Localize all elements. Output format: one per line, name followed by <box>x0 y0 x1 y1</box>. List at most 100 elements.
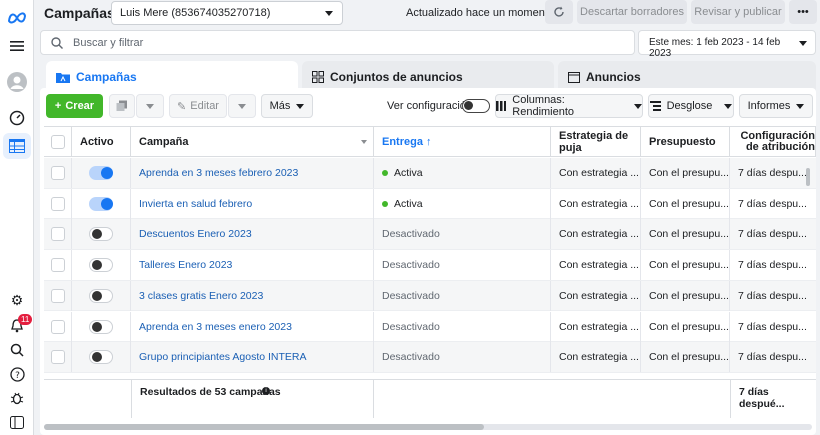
row-bid-cell: Con estrategia ... <box>551 219 641 250</box>
edit-label: Editar <box>190 100 219 112</box>
refresh-button[interactable] <box>545 0 573 24</box>
pencil-icon: ✎ <box>177 100 187 113</box>
delivery-status: Activa <box>394 167 423 179</box>
account-selector[interactable]: Luis Mere (853674035270718) <box>111 1 343 25</box>
columns-button[interactable]: Columnas: Rendimiento <box>495 94 643 118</box>
bug-report-icon[interactable] <box>7 388 27 408</box>
delivery-status: Desactivado <box>382 351 440 364</box>
duplicate-button[interactable] <box>109 94 135 118</box>
discard-drafts-button[interactable]: Descartar borradores <box>577 0 687 24</box>
row-bid-cell: Con estrategia ... <box>551 311 641 342</box>
column-header-campaign[interactable]: Campaña <box>131 127 374 157</box>
campaign-active-toggle[interactable] <box>89 258 113 273</box>
row-active-cell <box>72 219 131 250</box>
more-actions-button[interactable]: Más <box>261 94 313 118</box>
column-header-attribution[interactable]: Configuración de atribución <box>730 127 816 157</box>
column-header-bid-strategy[interactable]: Estrategia de puja <box>551 127 641 157</box>
budget-value: Con el presupu... <box>649 351 729 364</box>
info-icon[interactable]: i <box>262 387 270 395</box>
row-checkbox[interactable] <box>50 319 65 334</box>
panel-toggle-icon[interactable] <box>7 412 27 432</box>
row-checkbox[interactable] <box>50 227 65 242</box>
dashboard-icon[interactable] <box>7 108 27 128</box>
row-campaign-cell: Aprenda en 3 meses enero 2023 <box>131 311 374 342</box>
table-row[interactable]: Aprenda en 3 meses febrero 2023 Activa Con… <box>44 158 816 189</box>
row-attribution-cell: 7 días despu... <box>730 219 816 249</box>
campaign-name-link[interactable]: Aprenda en 3 meses febrero 2023 <box>139 167 298 179</box>
column-header-delivery[interactable]: Entrega ↑ <box>374 127 551 157</box>
row-checkbox[interactable] <box>50 258 65 273</box>
help-icon[interactable]: ? <box>7 364 27 384</box>
edit-button[interactable]: ✎ Editar <box>169 94 227 118</box>
table-row[interactable]: Talleres Enero 2023 Desactivado Con estrat… <box>44 250 816 281</box>
horizontal-scrollbar[interactable] <box>44 424 812 430</box>
campaign-active-toggle[interactable] <box>89 288 113 303</box>
attribution-value: 7 días despu... <box>738 289 807 302</box>
table-row[interactable]: 3 clases gratis Enero 2023 Desactivado Con… <box>44 280 816 312</box>
ads-manager-table-icon[interactable] <box>7 136 27 156</box>
vertical-scrollbar-thumb[interactable] <box>806 168 810 186</box>
horizontal-scrollbar-thumb[interactable] <box>44 424 484 430</box>
table-row[interactable]: Invierta en salud febrero Activa Con estra… <box>44 188 816 220</box>
row-checkbox[interactable] <box>50 166 65 180</box>
table-row[interactable]: Aprenda en 3 meses enero 2023 Desactivado… <box>44 311 816 342</box>
reports-button[interactable]: Informes <box>739 94 813 118</box>
row-select-cell <box>44 311 72 342</box>
row-attribution-cell: 7 días despu... <box>730 342 816 372</box>
campaign-name-link[interactable]: Aprenda en 3 meses enero 2023 <box>139 321 292 333</box>
campaign-name-link[interactable]: Invierta en salud febrero <box>139 198 252 210</box>
view-config-toggle[interactable] <box>462 99 490 113</box>
columns-icon <box>496 101 507 111</box>
row-checkbox[interactable] <box>50 288 65 303</box>
row-active-cell <box>72 280 131 311</box>
column-header-budget[interactable]: Presupuesto <box>641 127 730 157</box>
search-input[interactable]: Buscar y filtrar <box>40 30 635 55</box>
campaign-active-toggle[interactable] <box>89 166 113 180</box>
campaign-name-link[interactable]: 3 clases gratis Enero 2023 <box>139 290 263 302</box>
tab-ad-sets-label: Conjuntos de anuncios <box>330 70 463 84</box>
row-checkbox[interactable] <box>50 350 65 365</box>
columns-label: Columnas: Rendimiento <box>512 94 575 118</box>
campaign-active-toggle[interactable] <box>89 227 113 242</box>
ads-window-icon <box>568 71 580 83</box>
breakdown-button[interactable]: Desglose <box>648 94 734 118</box>
campaign-name-link[interactable]: Descuentos Enero 2023 <box>139 228 252 240</box>
avatar[interactable] <box>7 72 27 92</box>
tab-campaigns-label: Campañas <box>76 70 137 84</box>
select-all-checkbox[interactable] <box>50 134 65 149</box>
campaign-active-toggle[interactable] <box>89 196 113 211</box>
settings-gear-icon[interactable]: ⚙ <box>7 290 27 310</box>
menu-icon[interactable] <box>7 36 27 56</box>
create-button[interactable]: + Crear <box>46 94 103 118</box>
delivery-status: Desactivado <box>382 259 440 272</box>
last-updated-text: Actualizado hace un momento <box>406 7 554 19</box>
chevron-down-icon <box>634 103 642 109</box>
footer-campaign-cell: Resultados de 53 campañas i <box>131 380 374 418</box>
campaign-name-link[interactable]: Grupo principiantes Agosto INTERA <box>139 351 307 363</box>
search-icon[interactable] <box>7 340 27 360</box>
attribution-value: 7 días despu... <box>738 259 807 272</box>
table-toolbar: + Crear ✎ Editar Más Ver configuración C… <box>40 88 816 122</box>
row-attribution-cell: 7 días despu... <box>730 281 816 311</box>
date-range-picker[interactable]: Este mes: 1 feb 2023 - 14 feb 2023 <box>638 30 816 59</box>
row-active-cell <box>72 342 131 373</box>
edit-dropdown[interactable] <box>228 94 256 118</box>
table-row[interactable]: Descuentos Enero 2023 Desactivado Con estr… <box>44 219 816 250</box>
campaign-name-link[interactable]: Talleres Enero 2023 <box>139 259 232 271</box>
search-icon <box>51 37 63 49</box>
review-publish-button[interactable]: Revisar y publicar <box>691 0 785 24</box>
budget-value: Con el presupu... <box>649 259 729 272</box>
bid-strategy-value: Con estrategia ... <box>559 320 639 333</box>
campaign-active-toggle[interactable] <box>89 350 113 365</box>
more-options-button[interactable]: ••• <box>789 0 817 24</box>
row-delivery-cell: Desactivado <box>374 342 551 373</box>
campaign-active-toggle[interactable] <box>89 319 113 334</box>
toggle-knob <box>92 321 102 332</box>
row-checkbox[interactable] <box>50 196 65 211</box>
duplicate-dropdown[interactable] <box>136 94 164 118</box>
row-active-cell <box>72 311 131 342</box>
column-header-active[interactable]: Activo <box>72 127 131 157</box>
meta-logo-icon[interactable] <box>7 8 27 28</box>
table-row[interactable]: Grupo principiantes Agosto INTERA Desacti… <box>44 342 816 373</box>
create-label: Crear <box>65 100 95 112</box>
